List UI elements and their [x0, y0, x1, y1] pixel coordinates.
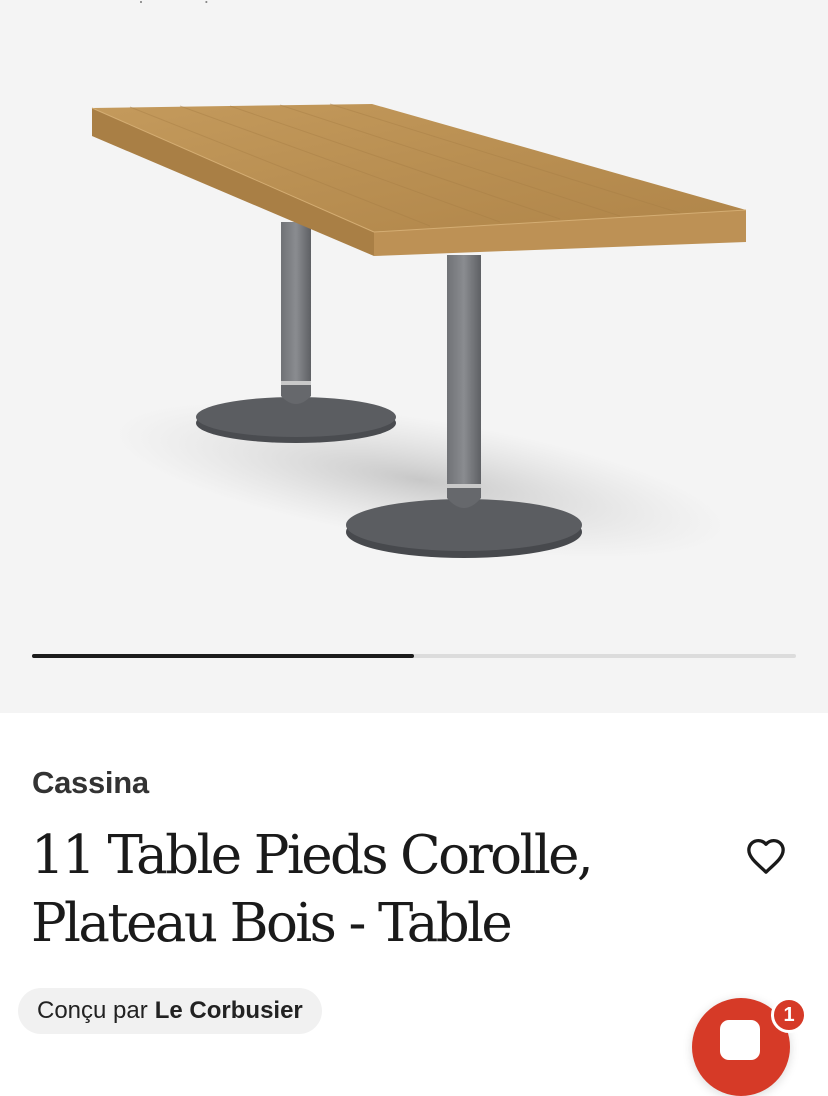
- heart-outline-icon: [747, 838, 785, 874]
- product-title: 11 Table Pieds Corolle, Plateau Bois - T…: [31, 825, 594, 954]
- designer-link[interactable]: Conçu par Le Corbusier: [18, 988, 322, 1034]
- product-image: [91, 103, 747, 559]
- brand-name[interactable]: Cassina: [32, 765, 149, 801]
- designer-prefix: Conçu par: [37, 997, 148, 1024]
- designer-name: Le Corbusier: [154, 997, 303, 1024]
- gallery-progress-fill: [32, 654, 414, 658]
- product-image-gallery[interactable]: · ·: [0, 0, 828, 713]
- chat-notification-badge: 1: [771, 997, 807, 1033]
- wishlist-button[interactable]: [743, 833, 789, 879]
- chat-bubble-icon: [720, 1020, 760, 1060]
- gallery-progress-bar: [32, 654, 796, 658]
